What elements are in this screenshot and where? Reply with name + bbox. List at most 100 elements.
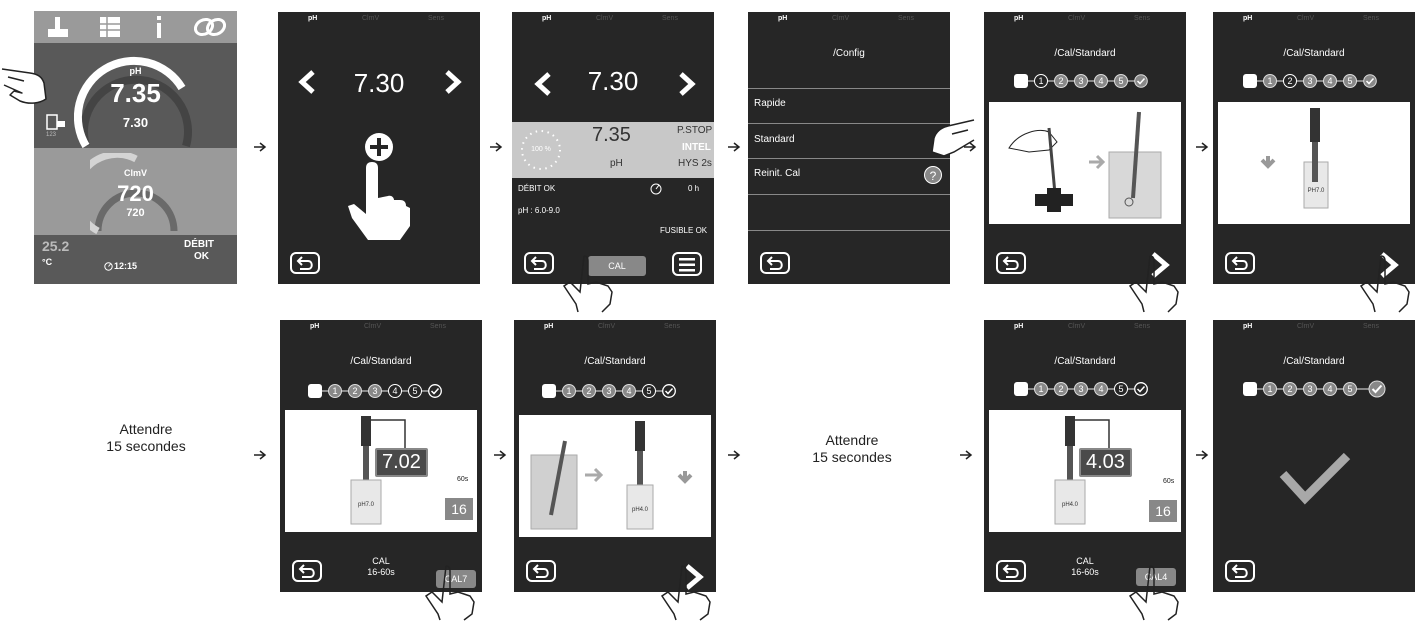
tab-ph[interactable]: pH xyxy=(1243,323,1252,330)
tab-ph[interactable]: pH xyxy=(544,323,553,330)
tab-clmv[interactable]: ClmV xyxy=(832,15,849,22)
menu-divider xyxy=(748,230,950,231)
step-3: 3 xyxy=(1303,74,1317,88)
buffer-label: pH7.0 xyxy=(357,502,374,508)
measured-ph: 7.35 xyxy=(592,124,631,146)
ph-reading: 7.02 xyxy=(375,448,428,477)
step-2: 2 xyxy=(1054,382,1068,396)
tab-ph[interactable]: pH xyxy=(778,15,787,22)
tab-sens[interactable]: Sens xyxy=(662,15,678,22)
info-icon[interactable] xyxy=(154,16,164,38)
tab-clmv[interactable]: ClmV xyxy=(1068,15,1085,22)
tab-sens[interactable]: Sens xyxy=(664,323,680,330)
pump-icon[interactable] xyxy=(48,17,70,37)
step-1: 1 xyxy=(1034,382,1048,396)
step-2: 2 xyxy=(1054,74,1068,88)
hysteresis-label: HYS 2s xyxy=(678,158,712,169)
back-button[interactable] xyxy=(292,560,322,582)
tab-ph[interactable]: pH xyxy=(1014,15,1023,22)
menu-item-reinit-cal[interactable]: Reinit. Cal xyxy=(754,168,800,179)
tab-ph[interactable]: pH xyxy=(308,15,317,22)
tab-clmv[interactable]: ClmV xyxy=(362,15,379,22)
tab-ph[interactable]: pH xyxy=(310,323,319,330)
step-1: 1 xyxy=(562,384,576,398)
status-tabs: pH ClmV Sens xyxy=(984,323,1186,335)
menu-divider xyxy=(748,158,950,159)
screen-cal-step1: pH ClmV Sens /Cal/Standard 1 2 3 4 5 xyxy=(984,12,1186,284)
step-3: 3 xyxy=(1074,382,1088,396)
tab-clmv[interactable]: ClmV xyxy=(1297,323,1314,330)
tapping-hand-icon xyxy=(1359,255,1410,313)
back-button[interactable] xyxy=(524,252,554,274)
countdown-timer: 16 xyxy=(1149,500,1177,522)
back-button[interactable] xyxy=(290,252,320,274)
tab-sens[interactable]: Sens xyxy=(1134,15,1150,22)
arrow-right-icon xyxy=(490,142,503,152)
tab-ph[interactable]: pH xyxy=(542,15,551,22)
step-done-icon xyxy=(428,384,442,398)
countdown-timer: 16 xyxy=(445,498,473,520)
ph-panel[interactable]: pH 7.35 7.30 123 xyxy=(34,44,237,148)
grid-icon[interactable] xyxy=(100,17,120,37)
clock-time: 12:15 xyxy=(114,261,138,271)
step-5: 5 xyxy=(408,384,422,398)
step-done-icon xyxy=(1134,382,1148,396)
tab-sens[interactable]: Sens xyxy=(1363,323,1379,330)
clmv-panel[interactable]: ClmV 720 720 xyxy=(34,148,237,235)
arrow-right-icon xyxy=(254,142,267,152)
back-button[interactable] xyxy=(760,252,790,274)
home-screen: pH 7.35 7.30 123 ClmV 720 720 25.2 °C 12… xyxy=(34,11,237,284)
chevron-right-icon[interactable] xyxy=(678,72,696,96)
tab-sens[interactable]: Sens xyxy=(1134,323,1150,330)
step-progress: 1 2 3 4 5 xyxy=(984,379,1186,399)
back-button[interactable] xyxy=(1225,252,1255,274)
menu-item-standard[interactable]: Standard xyxy=(754,134,795,145)
buffer-label: pH4.0 xyxy=(631,507,648,513)
probe-illustration xyxy=(530,421,693,530)
back-button[interactable] xyxy=(1225,560,1255,582)
step-1: 1 xyxy=(328,384,342,398)
status-tabs: pH ClmV Sens xyxy=(1213,323,1415,335)
back-button[interactable] xyxy=(526,560,556,582)
step-2: 2 xyxy=(1283,74,1297,88)
tab-clmv[interactable]: ClmV xyxy=(1297,15,1314,22)
back-button[interactable] xyxy=(996,560,1026,582)
tab-clmv[interactable]: ClmV xyxy=(364,323,381,330)
tab-sens[interactable]: Sens xyxy=(898,15,914,22)
step-5: 5 xyxy=(1343,74,1357,88)
step-2: 2 xyxy=(582,384,596,398)
pointing-hand-icon xyxy=(931,119,975,157)
ph-label: pH xyxy=(129,66,142,76)
link-icon[interactable] xyxy=(194,17,226,37)
tab-clmv[interactable]: ClmV xyxy=(598,323,615,330)
step-done-icon xyxy=(1134,74,1148,88)
step-5: 5 xyxy=(642,384,656,398)
tab-clmv[interactable]: ClmV xyxy=(1068,323,1085,330)
arrow-right-icon xyxy=(494,450,507,460)
tab-sens[interactable]: Sens xyxy=(1363,15,1379,22)
back-icon xyxy=(766,256,783,270)
tapping-hand-icon xyxy=(1128,255,1179,313)
step-done-icon xyxy=(1368,380,1386,398)
menu-item-rapide[interactable]: Rapide xyxy=(754,98,786,109)
tab-sens[interactable]: Sens xyxy=(430,323,446,330)
back-button[interactable] xyxy=(996,252,1026,274)
tab-clmv[interactable]: ClmV xyxy=(596,15,613,22)
screen-cal-step5: pH ClmV Sens /Cal/Standard 1 2 3 4 5 pH4… xyxy=(984,320,1186,592)
back-icon xyxy=(1231,256,1248,270)
tab-ph[interactable]: pH xyxy=(1243,15,1252,22)
chevron-right-icon[interactable] xyxy=(444,70,462,94)
step-3: 3 xyxy=(368,384,382,398)
step-5: 5 xyxy=(1114,74,1128,88)
screen-cal-complete: pH ClmV Sens /Cal/Standard 1 2 3 4 5 xyxy=(1213,320,1415,592)
tab-ph[interactable]: pH xyxy=(1014,323,1023,330)
help-button[interactable]: ? xyxy=(924,166,942,184)
menu-button[interactable] xyxy=(672,252,702,276)
arrow-right-icon xyxy=(728,450,741,460)
step-2: 2 xyxy=(348,384,362,398)
step-1: 1 xyxy=(1263,382,1277,396)
buffer-label: pH4.0 xyxy=(1061,502,1078,508)
success-check-icon xyxy=(1279,452,1351,505)
tab-sens[interactable]: Sens xyxy=(428,15,444,22)
step-start xyxy=(1014,382,1028,396)
